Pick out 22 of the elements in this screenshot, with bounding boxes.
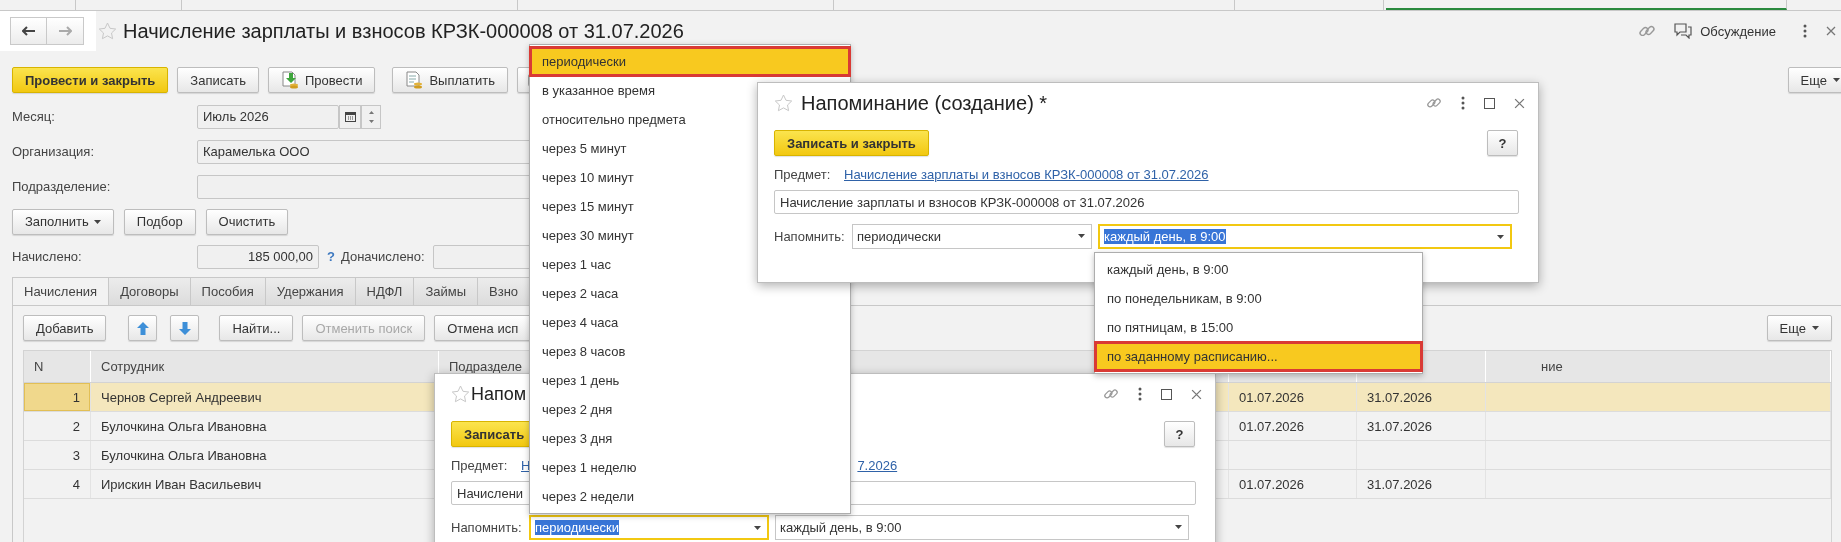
table-cell: 3 (24, 441, 91, 469)
dialog-title: Напом (471, 383, 527, 405)
table-cell: 31.07.2026 (1357, 470, 1486, 498)
field-label: Напомнить: (774, 229, 844, 244)
document-title: Начисление зарплаты и взносов КРЗК-000008 от 31.07.2026 (123, 19, 684, 43)
table-cell: 4 (24, 470, 91, 498)
dialog-title: Напоминание (создание) * (801, 91, 1048, 115)
field-label: Начислено: (12, 249, 83, 264)
table-cell: 01.07.2026 (1229, 470, 1357, 498)
table-cell: 2 (24, 412, 91, 440)
field-label: Доначислено: (340, 249, 425, 264)
field-label: Предмет: (774, 166, 832, 182)
table-cell: 01.07.2026 (1229, 412, 1357, 440)
field-label: Напомнить: (451, 520, 521, 535)
table-cell: 01.07.2026 (1229, 383, 1357, 411)
table-cell: 31.07.2026 (1357, 383, 1486, 411)
table-cell: 31.07.2026 (1357, 412, 1486, 440)
field-label: Месяц: (12, 109, 56, 124)
field-label: Предмет: (451, 457, 509, 473)
field-label: Подразделение: (12, 179, 112, 194)
field-label: Организация: (12, 144, 96, 159)
table-cell: 1 (24, 383, 91, 411)
